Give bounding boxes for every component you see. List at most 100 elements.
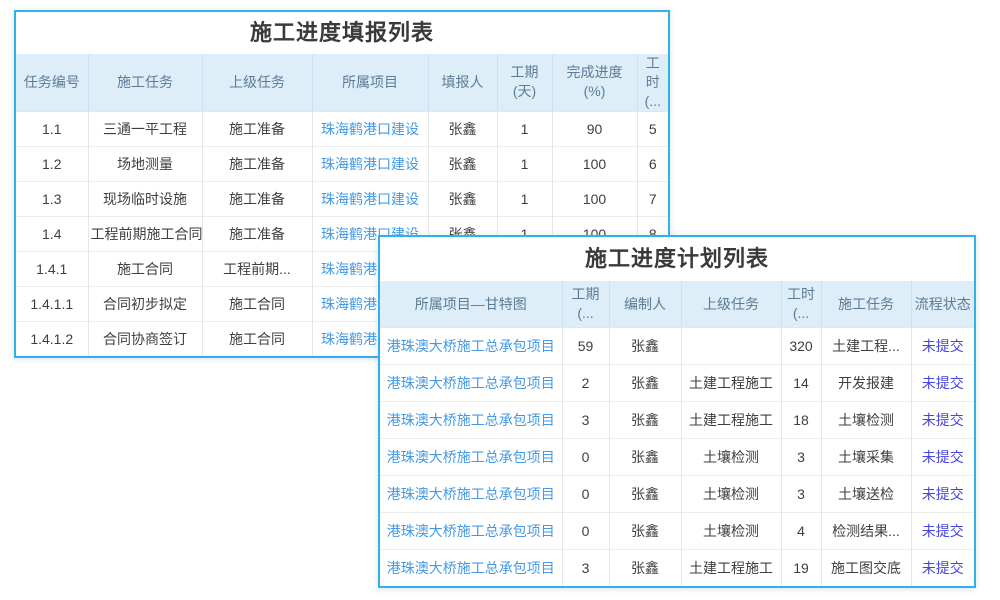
progress-cell: 100 [552,146,637,181]
duration-cell: 0 [562,476,609,513]
column-header: 填报人 [428,54,497,111]
table-row: 港珠澳大桥施工总承包项目 0 张鑫 土壤检测 3 土壤采集 未提交 [380,439,974,476]
status-cell: 未提交 [911,439,974,476]
project-gantt-cell: 港珠澳大桥施工总承包项目 [380,476,562,513]
table-row: 港珠澳大桥施工总承包项目 2 张鑫 土建工程施工 14 开发报建 未提交 [380,365,974,402]
status-cell: 未提交 [911,365,974,402]
duration-cell: 3 [562,402,609,439]
project-gantt-link[interactable]: 港珠澳大桥施工总承包项目 [387,523,555,539]
parent-task-cell: 土建工程施工 [681,402,781,439]
parent-task-cell: 施工准备 [202,216,312,251]
task-name-cell: 场地测量 [88,146,202,181]
author-cell: 张鑫 [609,328,681,365]
table-row: 港珠澳大桥施工总承包项目 3 张鑫 土建工程施工 19 施工图交底 未提交 [380,550,974,587]
project-gantt-cell: 港珠澳大桥施工总承包项目 [380,328,562,365]
project-cell: 珠海鹤港口建设 [312,111,428,146]
table-row: 港珠澳大桥施工总承包项目 59 张鑫 320 土建工程... 未提交 [380,328,974,365]
task-name-cell: 土建工程... [821,328,911,365]
hours-cell: 3 [781,476,821,513]
task-name-cell: 施工合同 [88,251,202,286]
hours-cell: 3 [781,439,821,476]
progress-plan-panel: 施工进度计划列表 所属项目—甘特图 工期 (... 编制人 上级任务 工时 (.… [378,235,976,588]
duration-cell: 59 [562,328,609,365]
project-link[interactable]: 珠海鹤港口建设 [321,191,419,207]
hours-cell: 4 [781,513,821,550]
status-link[interactable]: 未提交 [922,523,964,539]
task-name-cell: 施工图交底 [821,550,911,587]
plan-table-header: 所属项目—甘特图 工期 (... 编制人 上级任务 工时 (... 施工任务 流… [380,281,974,328]
status-link[interactable]: 未提交 [922,449,964,465]
parent-task-cell: 土建工程施工 [681,365,781,402]
task-number-cell: 1.2 [16,146,88,181]
duration-cell: 3 [562,550,609,587]
author-cell: 张鑫 [609,439,681,476]
task-number-cell: 1.4 [16,216,88,251]
progress-plan-table: 所属项目—甘特图 工期 (... 编制人 上级任务 工时 (... 施工任务 流… [380,281,974,586]
report-table-header: 任务编号 施工任务 上级任务 所属项目 填报人 工期 (天) 完成进度 (%) … [16,54,668,111]
duration-cell: 1 [497,181,552,216]
author-cell: 张鑫 [609,550,681,587]
table-row: 1.1 三通一平工程 施工准备 珠海鹤港口建设 张鑫 1 90 5 [16,111,668,146]
table-row: 1.3 现场临时设施 施工准备 珠海鹤港口建设 张鑫 1 100 7 [16,181,668,216]
task-name-cell: 工程前期施工合同 [88,216,202,251]
reporter-cell: 张鑫 [428,111,497,146]
status-link[interactable]: 未提交 [922,412,964,428]
duration-cell: 1 [497,146,552,181]
status-cell: 未提交 [911,476,974,513]
column-header: 工时 (... [637,54,668,111]
hours-cell: 320 [781,328,821,365]
status-link[interactable]: 未提交 [922,560,964,576]
column-header: 施工任务 [88,54,202,111]
progress-cell: 90 [552,111,637,146]
task-name-cell: 开发报建 [821,365,911,402]
column-header: 上级任务 [202,54,312,111]
hours-cell: 7 [637,181,668,216]
column-header: 工期 (... [562,281,609,328]
project-gantt-link[interactable]: 港珠澳大桥施工总承包项目 [387,338,555,354]
project-cell: 珠海鹤港口建设 [312,146,428,181]
table-row: 港珠澳大桥施工总承包项目 0 张鑫 土壤检测 3 土壤送检 未提交 [380,476,974,513]
status-cell: 未提交 [911,328,974,365]
project-gantt-link[interactable]: 港珠澳大桥施工总承包项目 [387,449,555,465]
status-cell: 未提交 [911,513,974,550]
task-number-cell: 1.1 [16,111,88,146]
status-cell: 未提交 [911,402,974,439]
project-gantt-link[interactable]: 港珠澳大桥施工总承包项目 [387,560,555,576]
status-link[interactable]: 未提交 [922,375,964,391]
project-link[interactable]: 珠海鹤港口建设 [321,156,419,172]
hours-cell: 5 [637,111,668,146]
parent-task-cell: 施工准备 [202,181,312,216]
project-gantt-link[interactable]: 港珠澳大桥施工总承包项目 [387,412,555,428]
task-number-cell: 1.4.1 [16,251,88,286]
project-link[interactable]: 珠海鹤港口建设 [321,121,419,137]
status-link[interactable]: 未提交 [922,486,964,502]
column-header: 工期 (天) [497,54,552,111]
task-name-cell: 合同协商签订 [88,321,202,356]
column-header: 工时 (... [781,281,821,328]
column-header: 编制人 [609,281,681,328]
project-gantt-link[interactable]: 港珠澳大桥施工总承包项目 [387,486,555,502]
parent-task-cell: 施工合同 [202,321,312,356]
parent-task-cell: 施工准备 [202,111,312,146]
duration-cell: 2 [562,365,609,402]
column-header: 所属项目—甘特图 [380,281,562,328]
project-gantt-cell: 港珠澳大桥施工总承包项目 [380,550,562,587]
task-name-cell: 土壤送检 [821,476,911,513]
parent-task-cell: 工程前期... [202,251,312,286]
progress-cell: 100 [552,181,637,216]
hours-cell: 14 [781,365,821,402]
hours-cell: 18 [781,402,821,439]
parent-task-cell: 施工合同 [202,286,312,321]
table-row: 港珠澳大桥施工总承包项目 0 张鑫 土壤检测 4 检测结果... 未提交 [380,513,974,550]
project-gantt-cell: 港珠澳大桥施工总承包项目 [380,439,562,476]
status-link[interactable]: 未提交 [922,338,964,354]
reporter-cell: 张鑫 [428,181,497,216]
task-name-cell: 土壤检测 [821,402,911,439]
parent-task-cell: 施工准备 [202,146,312,181]
task-number-cell: 1.4.1.1 [16,286,88,321]
task-name-cell: 现场临时设施 [88,181,202,216]
plan-table-title: 施工进度计划列表 [380,237,974,281]
parent-task-cell: 土壤检测 [681,513,781,550]
project-gantt-link[interactable]: 港珠澳大桥施工总承包项目 [387,375,555,391]
table-row: 1.2 场地测量 施工准备 珠海鹤港口建设 张鑫 1 100 6 [16,146,668,181]
